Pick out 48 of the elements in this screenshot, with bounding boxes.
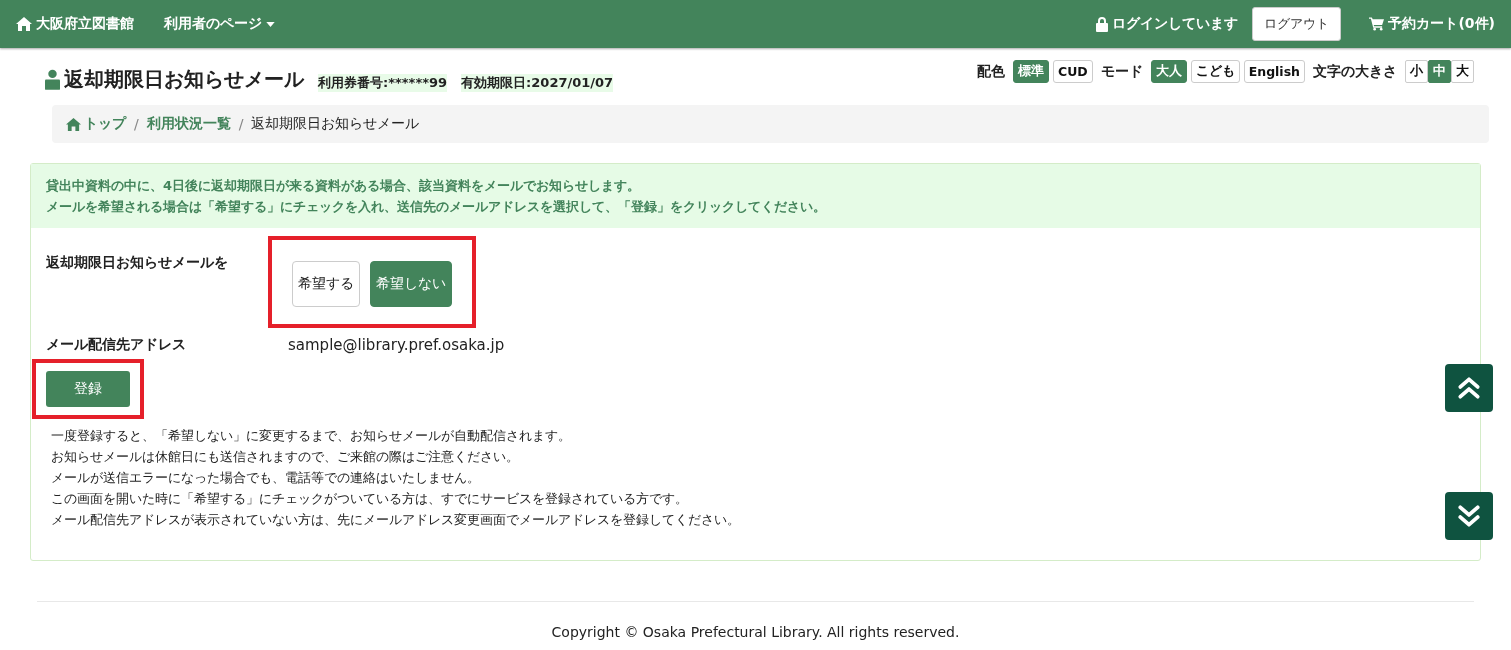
double-chevron-down-icon [1456,503,1482,529]
note-text: メール配信先アドレスが表示されていない方は、先にメールアドレス変更画面でメールアドレスを登録してください。 [51,511,741,529]
setting-option[interactable]: 中 [1428,60,1451,83]
breadcrumb-link[interactable]: 利用状況一覧 [146,115,231,133]
cart-icon [1369,17,1385,31]
choice-button[interactable]: 希望する [292,261,360,307]
note-text: お知らせメールは休館日にも送信されますので、ご来館の際はご注意ください。 [51,448,520,466]
double-chevron-up-icon [1456,375,1482,401]
setting-option[interactable]: CUD [1053,60,1093,83]
setting-option[interactable]: 標準 [1013,60,1049,83]
home-icon [66,116,81,132]
field-label: メール配信先アドレス [46,336,187,354]
scroll-top-button[interactable] [1445,364,1493,412]
choice-button[interactable]: 希望しない [370,261,452,307]
lock-icon [1096,16,1109,32]
login-status-text: ログインしています [1112,15,1239,33]
setting-option[interactable]: 大 [1451,60,1474,83]
page-title: 返却期限日お知らせメール [64,66,304,93]
expiry-date: 有効期限日:2027/01/07 [461,73,614,92]
setting-option[interactable]: こども [1190,60,1240,83]
setting-option[interactable]: 小 [1405,60,1428,83]
setting-label: 配色 [977,62,1005,81]
caret-icon [266,21,275,27]
note-text: メールが送信エラーになった場合でも、電話等での連絡はいたしません。 [51,469,481,487]
copyright-text: Copyright © Osaka Prefectural Library. All rights reserved. [551,624,960,640]
setting-label: 文字の大きさ [1313,62,1397,81]
notice-text: メールを希望される場合は「希望する」にチェックを入れ、送信先のメールアドレスを選択して、「登録」をクリックしてください。 [46,198,827,216]
field-label: 返却期限日お知らせメールを [46,253,229,272]
breadcrumb-separator: / [238,116,244,132]
setting-label: モード [1100,62,1143,81]
cart-link[interactable]: 予約カート(0件) [1369,15,1495,33]
breadcrumb-current: 返却期限日お知らせメール [251,115,420,133]
logout-button[interactable]: ログアウト [1252,7,1342,41]
setting-option[interactable]: 大人 [1150,60,1187,83]
breadcrumb-link[interactable]: トップ [66,115,126,133]
home-link[interactable]: 大阪府立図書館 [16,15,134,33]
user-icon [45,69,60,90]
home-icon [16,16,32,32]
note-text: 一度登録すると、「希望しない」に変更するまで、お知らせメールが自動配信されます。 [51,427,572,445]
register-button[interactable]: 登録 [46,371,130,407]
scroll-bottom-button[interactable] [1445,492,1493,540]
card-number: 利用券番号:******99 [318,73,448,92]
notice-text: 貸出中資料の中に、4日後に返却期限日が来る資料がある場合、該当資料をメールでお知らせします。 [46,177,642,195]
email-address: sample@library.pref.osaka.jp [288,336,505,354]
breadcrumb-separator: / [134,116,139,132]
user-menu[interactable]: 利用者のページ [164,15,275,33]
setting-option[interactable]: English [1243,60,1305,83]
note-text: この画面を開いた時に「希望する」にチェックがついている方は、すでにサービスを登録されている方です。 [51,490,689,508]
